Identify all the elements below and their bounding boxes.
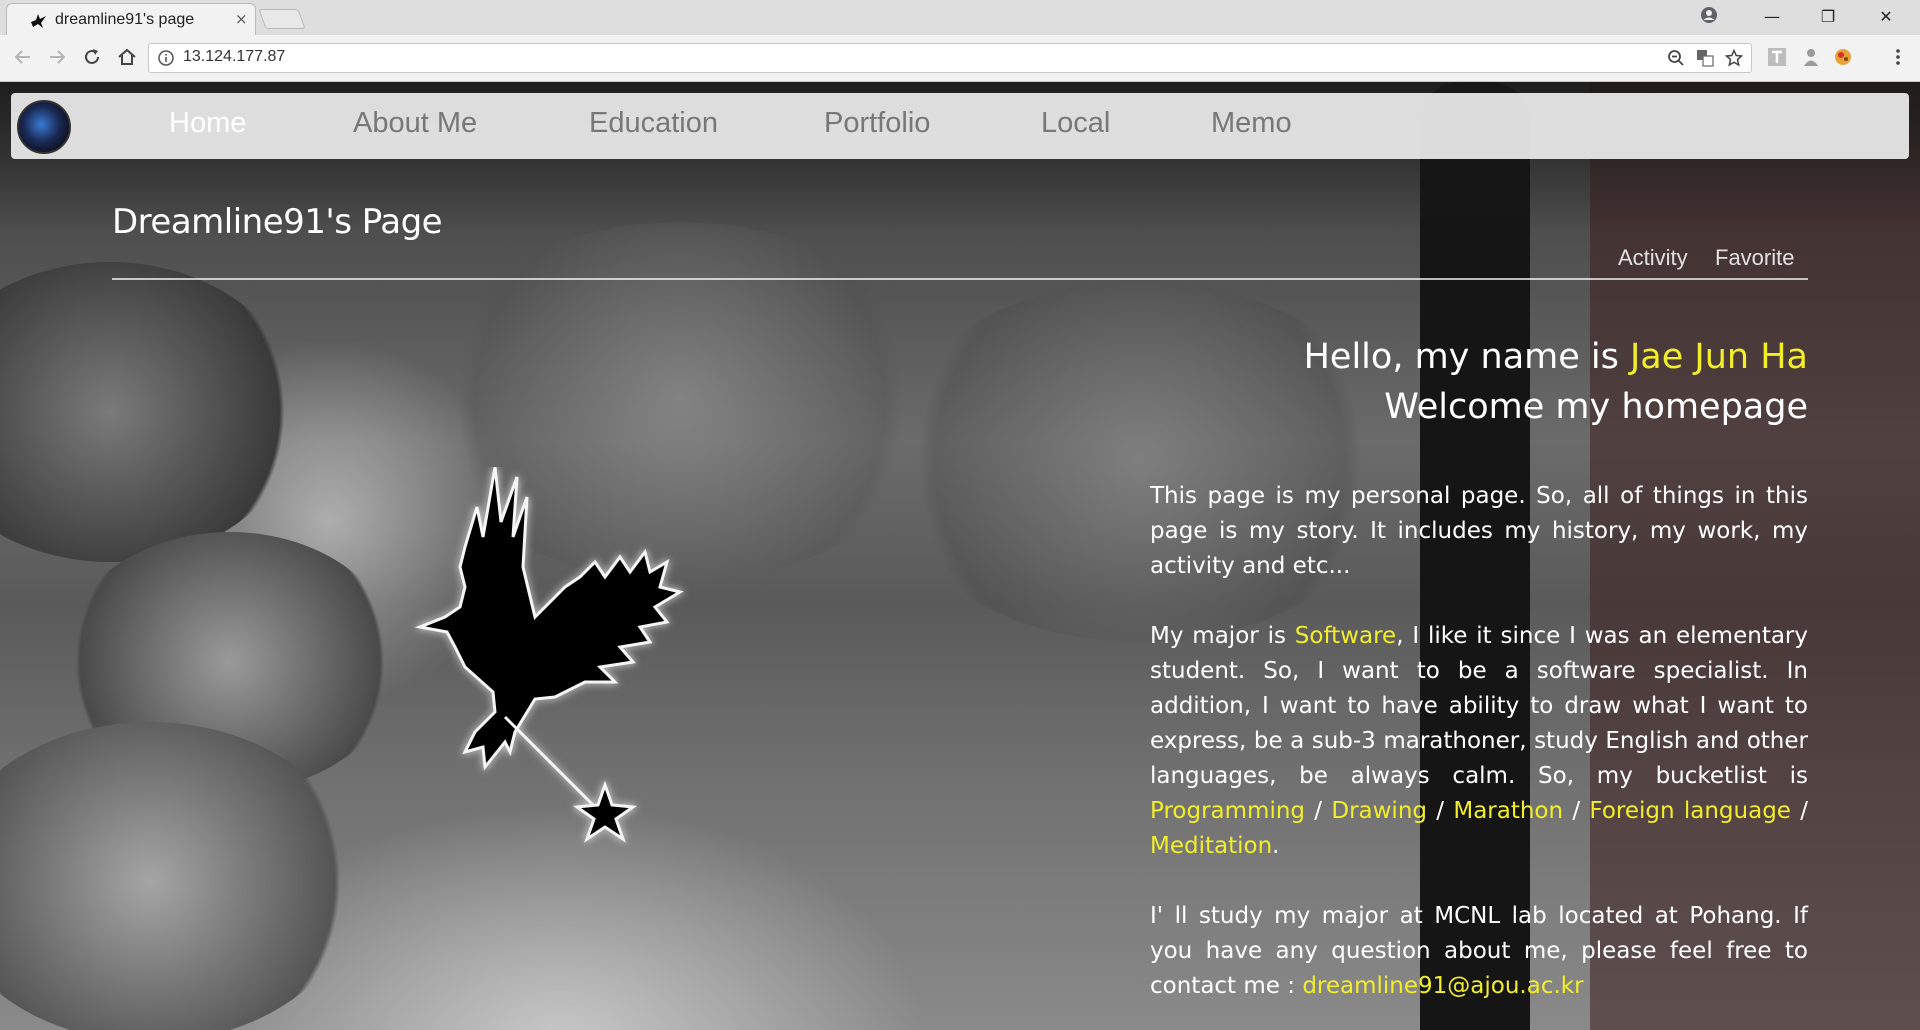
intro-body: This page is my personal page. So, all o… [1150,479,1808,1030]
nav-about-me[interactable]: About Me [353,107,477,140]
browser-toolbar: 13.124.177.87 [0,35,1920,82]
bucket-marathon: Marathon [1453,798,1564,824]
site-navbar: Home About Me Education Portfolio Local … [11,93,1909,159]
bucket-drawing: Drawing [1331,798,1427,824]
nav-memo[interactable]: Memo [1211,107,1292,140]
new-tab-button[interactable] [258,9,306,29]
separator: / [1790,798,1808,824]
page-title: Dreamline91's Page [112,202,443,242]
bird-illustration-icon [414,467,684,843]
nav-home[interactable]: Home [169,107,246,140]
page-viewport: Home About Me Education Portfolio Local … [0,82,1920,1030]
bookmark-star-icon[interactable] [1725,49,1743,67]
home-icon[interactable] [116,46,138,68]
email-link[interactable]: dreamline91@ajou.ac.kr [1302,973,1583,999]
minimize-button[interactable]: — [1752,4,1792,30]
activity-link[interactable]: Activity [1618,245,1688,271]
translate-icon[interactable] [1696,49,1714,67]
bucket-programming: Programming [1150,798,1306,824]
nav-portfolio[interactable]: Portfolio [824,107,930,140]
bucket-meditation: Meditation [1150,833,1273,859]
paragraph-contact: I' ll study my major at MCNL lab located… [1150,899,1808,1004]
bucket-foreign-language: Foreign language [1589,798,1791,824]
bird-favicon-icon [31,14,46,28]
browser-chrome: dreamline91's page × — ❐ ✕ 13.124.177.87 [0,0,1920,82]
separator: / [1427,798,1454,824]
tab-strip: dreamline91's page × — ❐ ✕ [0,0,1920,35]
browser-tab[interactable]: dreamline91's page × [6,3,256,35]
zoom-icon[interactable] [1667,49,1685,67]
restore-button[interactable]: ❐ [1808,4,1848,30]
major-highlight: Software [1294,623,1397,649]
welcome-line: Welcome my homepage [1384,387,1808,427]
close-window-button[interactable]: ✕ [1866,4,1906,30]
greeting-line: Hello, my name is Jae Jun Ha [1108,332,1808,382]
nav-education[interactable]: Education [589,107,718,140]
header-divider [112,278,1808,280]
favorite-link[interactable]: Favorite [1715,245,1794,271]
snowy-tree-shape [0,262,300,562]
menu-dots-icon[interactable] [1888,47,1908,67]
forward-icon[interactable] [46,46,68,68]
period: . [1272,833,1280,859]
address-bar[interactable]: 13.124.177.87 [148,43,1752,73]
extension-person-icon[interactable] [1801,47,1821,67]
site-logo-icon[interactable] [17,100,71,154]
reload-icon[interactable] [81,46,103,68]
text-fragment: My major is [1150,623,1295,649]
extension-cookie-icon[interactable] [1833,47,1853,67]
back-icon[interactable] [12,46,34,68]
paragraph-personal-page: This page is my personal page. So, all o… [1150,483,1808,579]
separator: / [1305,798,1332,824]
tab-close-icon[interactable]: × [235,10,248,28]
paragraph-major: My major is Software, I like it since I … [1150,619,1808,864]
tab-title: dreamline91's page [55,11,195,28]
greeting-text: Hello, my name is [1303,337,1630,377]
url-text[interactable]: 13.124.177.87 [183,48,285,66]
separator: / [1563,798,1590,824]
profile-icon[interactable] [1700,6,1718,24]
info-icon[interactable] [158,50,174,66]
intro-heading: Hello, my name is Jae Jun Ha Welcome my … [1108,332,1808,432]
nav-local[interactable]: Local [1041,107,1110,140]
extension-t-icon[interactable] [1767,47,1787,67]
author-name: Jae Jun Ha [1629,337,1808,377]
